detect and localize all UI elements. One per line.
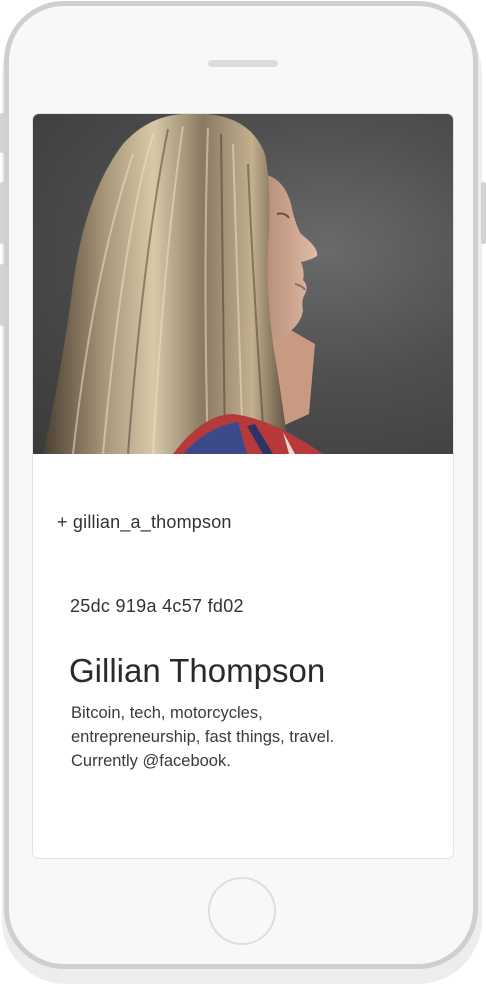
key-fingerprint: 25dc 919a 4c57 fd02 xyxy=(70,596,244,616)
profile-bio: Bitcoin, tech, motorcycles, entrepreneur… xyxy=(71,701,411,773)
profile-name: Gillian Thompson xyxy=(69,652,326,689)
username-handle[interactable]: + gillian_a_thompson xyxy=(57,512,232,533)
bio-line: Bitcoin, tech, motorcycles, xyxy=(71,704,263,722)
earpiece-speaker xyxy=(208,60,278,67)
profile-card: + gillian_a_thompson 25dc 919a 4c57 fd02… xyxy=(32,113,454,859)
home-button[interactable] xyxy=(208,877,276,945)
power-button xyxy=(481,182,486,244)
profile-photo-illustration xyxy=(43,114,323,454)
profile-photo xyxy=(33,114,453,454)
bio-line: Currently @facebook. xyxy=(71,752,231,770)
bio-line: entrepreneurship, fast things, travel. xyxy=(71,728,335,746)
